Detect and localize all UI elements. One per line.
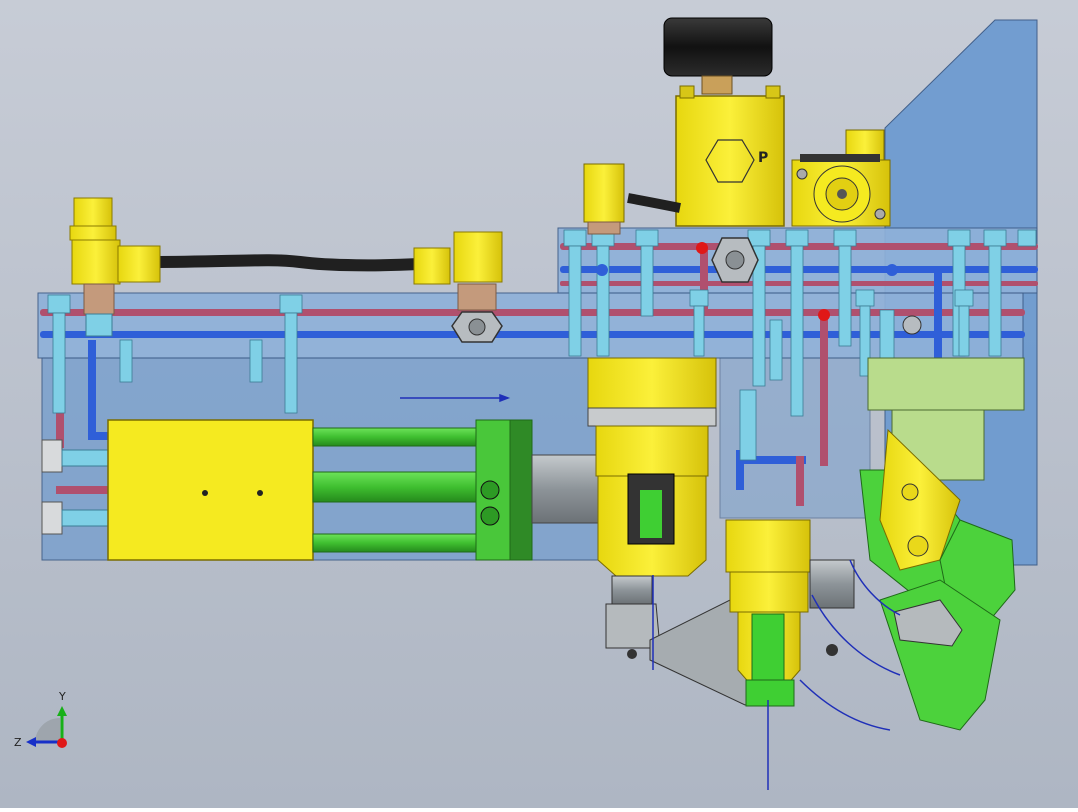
triad-z-label: Z (14, 736, 22, 749)
pressure-port-label: P (758, 150, 768, 166)
cad-viewport[interactable]: P Y Z (0, 0, 1078, 808)
pressure-valve-block: P (675, 85, 785, 227)
cylinder-body (107, 419, 314, 561)
triad-x-axis (57, 738, 67, 748)
triad-y-label: Y (58, 690, 66, 703)
cad-model-canvas[interactable]: P Y Z (0, 0, 1078, 808)
pneumatic-cylinder (41, 419, 603, 561)
